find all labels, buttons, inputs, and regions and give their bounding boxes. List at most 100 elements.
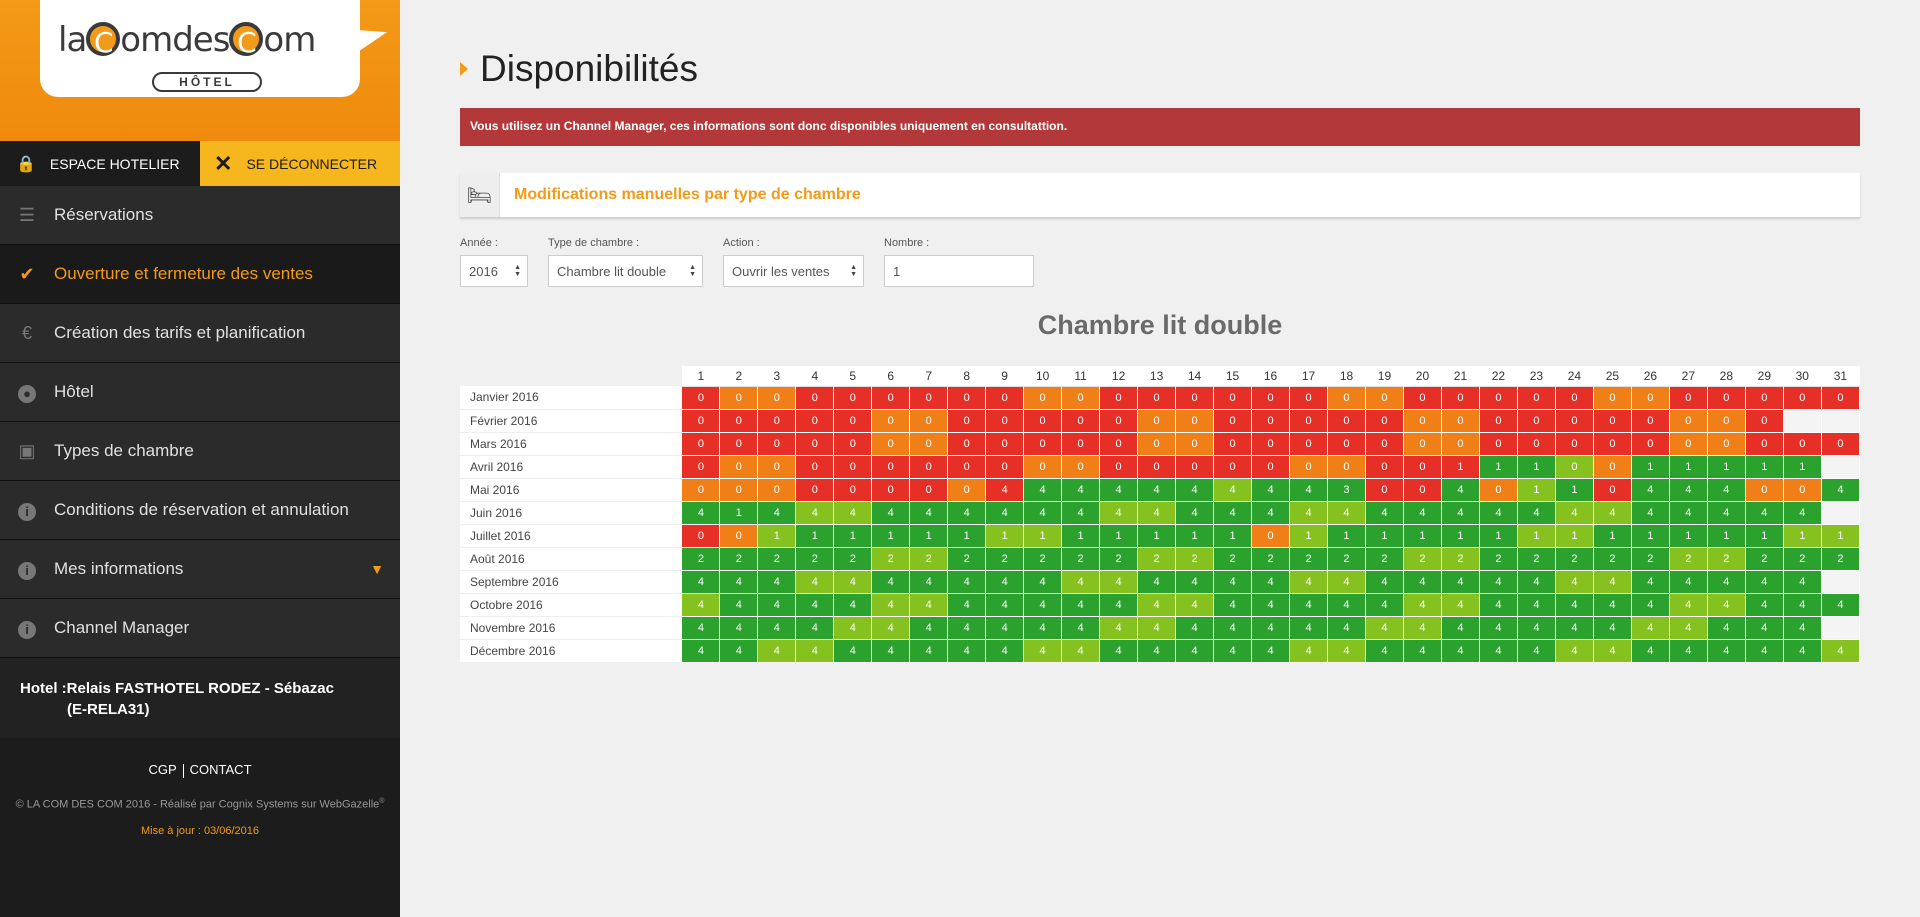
availability-cell[interactable]: 0 bbox=[795, 477, 835, 502]
availability-cell[interactable]: 0 bbox=[1364, 431, 1404, 456]
availability-cell[interactable]: 0 bbox=[1289, 408, 1328, 433]
availability-cell[interactable]: 4 bbox=[1668, 500, 1708, 525]
availability-cell[interactable]: 4 bbox=[795, 592, 835, 617]
availability-cell[interactable]: 0 bbox=[681, 523, 721, 548]
availability-cell[interactable]: 4 bbox=[719, 569, 759, 594]
availability-cell[interactable]: 0 bbox=[1668, 431, 1708, 456]
espace-hotelier-button[interactable]: 🔒 ESPACE HOTELIER bbox=[0, 141, 200, 186]
availability-cell[interactable]: 4 bbox=[1251, 500, 1291, 525]
availability-cell[interactable]: 0 bbox=[1516, 408, 1556, 433]
availability-cell[interactable]: 4 bbox=[795, 500, 835, 525]
availability-cell[interactable]: 1 bbox=[1744, 454, 1784, 479]
availability-cell[interactable]: 0 bbox=[1744, 408, 1784, 433]
availability-cell[interactable]: 4 bbox=[1061, 638, 1101, 663]
availability-cell[interactable]: 0 bbox=[681, 385, 721, 410]
availability-cell[interactable]: 4 bbox=[1744, 500, 1784, 525]
availability-cell[interactable]: 1 bbox=[1706, 454, 1746, 479]
availability-cell[interactable]: 0 bbox=[1402, 408, 1442, 433]
availability-cell[interactable]: 0 bbox=[1744, 385, 1784, 410]
availability-cell[interactable]: 4 bbox=[1175, 500, 1215, 525]
availability-cell[interactable]: 4 bbox=[909, 638, 949, 663]
availability-cell[interactable]: 0 bbox=[1478, 385, 1518, 410]
availability-cell[interactable]: 4 bbox=[833, 615, 873, 640]
availability-cell[interactable]: 1 bbox=[795, 523, 835, 548]
availability-cell[interactable]: 0 bbox=[1327, 431, 1366, 456]
availability-cell[interactable]: 0 bbox=[1478, 431, 1518, 456]
availability-cell[interactable]: 0 bbox=[1099, 431, 1139, 456]
availability-cell[interactable]: 0 bbox=[1327, 408, 1366, 433]
availability-cell[interactable]: 2 bbox=[909, 546, 949, 571]
availability-cell[interactable]: 2 bbox=[1782, 546, 1822, 571]
availability-cell[interactable]: 1 bbox=[1175, 523, 1215, 548]
availability-cell[interactable]: 4 bbox=[1327, 615, 1366, 640]
availability-cell[interactable]: 2 bbox=[1023, 546, 1063, 571]
availability-cell[interactable]: 0 bbox=[1061, 431, 1101, 456]
availability-cell[interactable]: 1 bbox=[909, 523, 949, 548]
availability-cell[interactable]: 4 bbox=[1175, 477, 1215, 502]
availability-cell[interactable]: 4 bbox=[1137, 638, 1177, 663]
availability-cell[interactable]: 0 bbox=[681, 454, 721, 479]
availability-cell[interactable]: 0 bbox=[719, 523, 759, 548]
availability-cell[interactable]: 0 bbox=[985, 431, 1025, 456]
availability-cell[interactable]: 4 bbox=[1327, 500, 1366, 525]
availability-cell[interactable]: 2 bbox=[757, 546, 797, 571]
availability-cell[interactable]: 4 bbox=[1592, 500, 1632, 525]
availability-cell[interactable]: 4 bbox=[1289, 592, 1328, 617]
availability-cell[interactable]: 0 bbox=[1782, 431, 1822, 456]
availability-cell[interactable]: 0 bbox=[1592, 477, 1632, 502]
availability-cell[interactable]: 4 bbox=[1213, 477, 1253, 502]
availability-cell[interactable]: 0 bbox=[871, 408, 911, 433]
availability-cell[interactable]: 1 bbox=[1706, 523, 1746, 548]
availability-cell[interactable]: 0 bbox=[1592, 431, 1632, 456]
availability-cell[interactable]: 4 bbox=[1706, 615, 1746, 640]
availability-cell[interactable]: 2 bbox=[871, 546, 911, 571]
availability-cell[interactable]: 0 bbox=[1061, 454, 1101, 479]
availability-cell[interactable]: 0 bbox=[1554, 408, 1594, 433]
availability-cell[interactable]: 4 bbox=[1402, 615, 1442, 640]
availability-cell[interactable]: 1 bbox=[1440, 454, 1480, 479]
availability-cell[interactable]: 4 bbox=[1137, 615, 1177, 640]
availability-cell[interactable]: 0 bbox=[1782, 477, 1822, 502]
availability-cell[interactable]: 4 bbox=[1554, 638, 1594, 663]
availability-cell[interactable]: 0 bbox=[1820, 431, 1861, 456]
availability-cell[interactable]: 0 bbox=[947, 454, 987, 479]
availability-cell[interactable]: 0 bbox=[1668, 385, 1708, 410]
availability-cell[interactable]: 4 bbox=[871, 500, 911, 525]
availability-cell[interactable]: 4 bbox=[1023, 638, 1063, 663]
availability-cell[interactable]: 4 bbox=[1744, 569, 1784, 594]
availability-cell[interactable]: 0 bbox=[757, 385, 797, 410]
availability-cell[interactable]: 2 bbox=[1327, 546, 1366, 571]
availability-cell[interactable]: 4 bbox=[1668, 615, 1708, 640]
year-select[interactable]: 2016 ▲ ▼ bbox=[460, 255, 528, 287]
availability-cell[interactable]: 0 bbox=[1440, 408, 1480, 433]
availability-cell[interactable]: 4 bbox=[1516, 592, 1556, 617]
availability-cell[interactable]: 0 bbox=[795, 408, 835, 433]
availability-cell[interactable]: 4 bbox=[1099, 638, 1139, 663]
availability-cell[interactable]: 4 bbox=[1744, 638, 1784, 663]
availability-cell[interactable]: 4 bbox=[1402, 500, 1442, 525]
availability-cell[interactable]: 1 bbox=[1213, 523, 1253, 548]
availability-cell[interactable]: 0 bbox=[909, 477, 949, 502]
availability-cell[interactable]: 4 bbox=[681, 500, 721, 525]
availability-cell[interactable]: 2 bbox=[681, 546, 721, 571]
availability-cell[interactable]: 4 bbox=[1630, 638, 1670, 663]
availability-cell[interactable]: 4 bbox=[1668, 477, 1708, 502]
availability-cell[interactable]: 2 bbox=[1289, 546, 1328, 571]
availability-cell[interactable]: 0 bbox=[1023, 408, 1063, 433]
availability-cell[interactable]: 0 bbox=[1137, 431, 1177, 456]
availability-cell[interactable]: 0 bbox=[871, 454, 911, 479]
availability-cell[interactable]: 1 bbox=[1023, 523, 1063, 548]
availability-cell[interactable]: 4 bbox=[1327, 592, 1366, 617]
availability-cell[interactable]: 0 bbox=[1630, 408, 1670, 433]
availability-cell[interactable]: 0 bbox=[1213, 408, 1253, 433]
availability-cell[interactable]: 4 bbox=[1516, 638, 1556, 663]
availability-cell[interactable]: 2 bbox=[1478, 546, 1518, 571]
availability-cell[interactable]: 0 bbox=[1251, 431, 1291, 456]
availability-cell[interactable]: 0 bbox=[795, 385, 835, 410]
availability-cell[interactable]: 0 bbox=[909, 431, 949, 456]
availability-cell[interactable]: 4 bbox=[1440, 592, 1480, 617]
availability-cell[interactable]: 4 bbox=[1327, 569, 1366, 594]
availability-cell[interactable]: 4 bbox=[1554, 569, 1594, 594]
availability-cell[interactable]: 4 bbox=[1175, 638, 1215, 663]
availability-cell[interactable]: 2 bbox=[1213, 546, 1253, 571]
